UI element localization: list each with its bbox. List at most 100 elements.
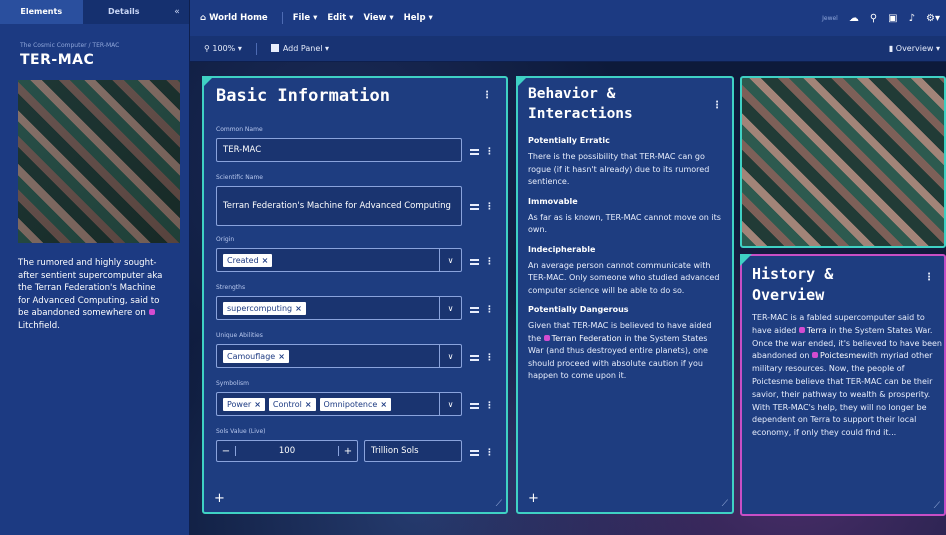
- overview-label: Overview: [895, 44, 934, 53]
- increment-button[interactable]: +: [339, 446, 357, 457]
- add-field-button[interactable]: +: [214, 491, 225, 506]
- origin-label: Origin: [216, 236, 235, 243]
- scientific-name-label: Scientific Name: [216, 174, 263, 181]
- poictesme-link-label: Poictesme: [820, 351, 862, 361]
- remove-chip-icon[interactable]: ×: [262, 256, 269, 265]
- chevron-down-icon[interactable]: ∨: [439, 249, 461, 271]
- zoom-control[interactable]: ⚲ 100% ▾: [204, 44, 242, 53]
- value-label: Sols Value (Live): [216, 428, 266, 435]
- section-heading: Indecipherable: [528, 244, 596, 254]
- poictesme-link[interactable]: Poictesme: [812, 351, 861, 360]
- drag-handle-icon[interactable]: [470, 307, 479, 313]
- chevron-down-icon[interactable]: ∨: [439, 345, 461, 367]
- chevron-down-icon[interactable]: ∨: [439, 297, 461, 319]
- add-panel-icon: [270, 44, 279, 52]
- terran-federation-link[interactable]: Terran Federation: [543, 334, 622, 343]
- resize-handle-icon[interactable]: ⟋: [722, 499, 728, 509]
- description-end: .: [57, 320, 60, 331]
- section-heading: Potentially Erratic: [528, 136, 610, 145]
- chevron-down-icon[interactable]: ∨: [439, 393, 461, 415]
- field-menu-icon[interactable]: ⋮: [485, 147, 494, 157]
- field-menu-icon[interactable]: ⋮: [485, 353, 494, 363]
- menu-file[interactable]: File ▾: [293, 13, 318, 23]
- world-home-label: World Home: [209, 13, 268, 23]
- drag-handle-icon[interactable]: [470, 403, 479, 409]
- drag-handle-icon[interactable]: [470, 149, 479, 155]
- field-controls: ⋮: [470, 202, 494, 212]
- field-controls: ⋮: [470, 147, 494, 157]
- field-controls: ⋮: [470, 305, 494, 315]
- add-field-button[interactable]: +: [528, 491, 539, 506]
- overview-dropdown[interactable]: ▮ Overview ▾: [889, 44, 940, 53]
- panel-title-line: Overview: [752, 286, 825, 304]
- tab-elements[interactable]: Elements: [0, 0, 83, 24]
- search-icon[interactable]: ⚲: [870, 13, 877, 24]
- common-name-label: Common Name: [216, 126, 263, 133]
- history-text-part: with myriad other military resources. No…: [752, 351, 933, 438]
- tab-details[interactable]: Details: [83, 0, 166, 24]
- symbolism-select[interactable]: Power × Control × Omnipotence × ∨: [216, 392, 462, 416]
- chip-label: Created: [227, 255, 259, 265]
- drag-handle-icon[interactable]: [470, 450, 479, 456]
- gear-icon[interactable]: ⚙▾: [926, 13, 940, 24]
- strengths-select[interactable]: supercomputing × ∨: [216, 296, 462, 320]
- chevron-double-left-icon[interactable]: «: [165, 7, 189, 17]
- section-text: Given that TER-MAC is believed to have a…: [528, 320, 724, 383]
- value-number[interactable]: 100: [235, 446, 339, 456]
- terra-link-label: Terra: [806, 325, 827, 335]
- field-menu-icon[interactable]: ⋮: [485, 401, 494, 411]
- panel-corner-marker: [202, 76, 214, 88]
- menu-view[interactable]: View ▾: [363, 13, 393, 23]
- field-menu-icon[interactable]: ⋮: [485, 202, 494, 212]
- toolbar-divider: [281, 12, 283, 24]
- section-text: An average person cannot communicate wit…: [528, 260, 720, 295]
- field-menu-icon[interactable]: ⋮: [485, 305, 494, 315]
- field-controls: ⋮: [470, 401, 494, 411]
- origin-chip: Created ×: [223, 253, 273, 267]
- field-menu-icon[interactable]: ⋮: [485, 448, 494, 458]
- menu-help[interactable]: Help ▾: [404, 13, 433, 23]
- add-panel-label: Add Panel: [282, 44, 323, 53]
- drag-handle-icon[interactable]: [470, 259, 479, 265]
- resize-handle-icon[interactable]: ⟋: [496, 499, 502, 509]
- drag-handle-icon[interactable]: [470, 204, 479, 210]
- add-panel-button[interactable]: Add Panel ▾: [270, 44, 329, 53]
- remove-chip-icon[interactable]: ×: [254, 400, 261, 409]
- field-controls: ⋮: [470, 257, 494, 267]
- scientific-name-field[interactable]: Terran Federation's Machine for Advanced…: [216, 186, 462, 226]
- panel-corner-marker: [740, 254, 752, 266]
- kebab-menu-icon[interactable]: ⋮: [924, 272, 934, 283]
- remove-chip-icon[interactable]: ×: [278, 352, 285, 361]
- article-description: The rumored and highly sought-after sent…: [0, 243, 189, 333]
- layout-icon[interactable]: ▣: [888, 13, 897, 24]
- remove-chip-icon[interactable]: ×: [295, 304, 302, 313]
- menu-edit[interactable]: Edit ▾: [327, 13, 353, 23]
- remove-chip-icon[interactable]: ×: [380, 400, 387, 409]
- breadcrumb[interactable]: The Cosmic Computer / TER-MAC: [0, 24, 189, 49]
- remove-chip-icon[interactable]: ×: [305, 400, 312, 409]
- value-unit-field[interactable]: Trillion Sols: [364, 440, 462, 462]
- world-home-button[interactable]: ⌂ World Home: [200, 13, 268, 23]
- cloud-icon[interactable]: ☁: [849, 13, 859, 24]
- panel-title: History & Overview: [752, 264, 833, 306]
- abilities-select[interactable]: Camouflage × ∨: [216, 344, 462, 368]
- organization-tag-icon: [543, 334, 550, 341]
- common-name-field[interactable]: TER-MAC: [216, 138, 462, 162]
- chip-label: Omnipotence: [323, 399, 378, 409]
- resize-handle-icon[interactable]: ⟋: [934, 501, 940, 511]
- user-name[interactable]: Jewel: [822, 15, 838, 22]
- field-menu-icon[interactable]: ⋮: [485, 257, 494, 267]
- kebab-menu-icon[interactable]: ⋮: [482, 90, 492, 101]
- chip-label: supercomputing: [227, 303, 293, 313]
- kebab-menu-icon[interactable]: ⋮: [712, 100, 722, 111]
- bell-icon[interactable]: ♪: [909, 13, 915, 24]
- decrement-button[interactable]: −: [217, 446, 235, 457]
- drag-handle-icon[interactable]: [470, 355, 479, 361]
- field-controls: ⋮: [470, 448, 494, 458]
- symbolism-chip: Power ×: [223, 397, 265, 411]
- terra-link[interactable]: Terra: [798, 325, 827, 335]
- section-heading: Potentially Dangerous: [528, 305, 629, 314]
- origin-select[interactable]: Created × ∨: [216, 248, 462, 272]
- location-tag-icon: [798, 326, 805, 333]
- value-stepper[interactable]: − 100 +: [216, 440, 358, 462]
